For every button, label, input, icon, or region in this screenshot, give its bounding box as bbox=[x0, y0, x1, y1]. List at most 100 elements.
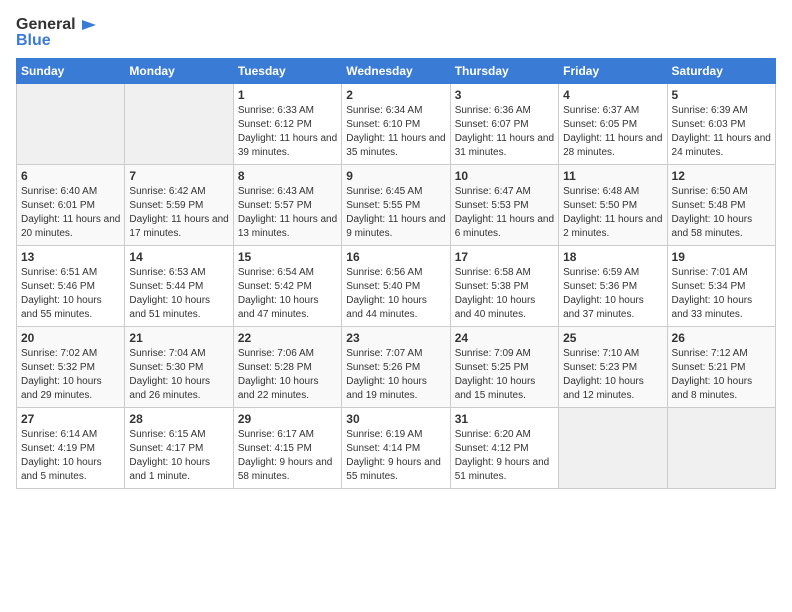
calendar-week-row: 20 Sunrise: 7:02 AM Sunset: 5:32 PM Dayli… bbox=[17, 326, 776, 407]
day-number: 12 bbox=[672, 169, 771, 183]
calendar-cell: 3 Sunrise: 6:36 AM Sunset: 6:07 PM Daylig… bbox=[450, 83, 558, 164]
logo-blue-text: Blue bbox=[16, 32, 96, 50]
day-number: 16 bbox=[346, 250, 445, 264]
calendar-cell: 9 Sunrise: 6:45 AM Sunset: 5:55 PM Daylig… bbox=[342, 164, 450, 245]
day-number: 28 bbox=[129, 412, 228, 426]
weekday-header: Thursday bbox=[450, 58, 558, 83]
day-info: Sunrise: 6:45 AM Sunset: 5:55 PM Dayligh… bbox=[346, 185, 445, 241]
calendar-cell: 23Sunrise: 7:07 AM Sunset: 5:26 PM Dayli… bbox=[342, 326, 450, 407]
calendar-cell: 2Sunrise: 6:34 AM Sunset: 6:10 PM Daylig… bbox=[342, 83, 450, 164]
weekday-header: Wednesday bbox=[342, 58, 450, 83]
calendar-week-row: 1 Sunrise: 6:33 AM Sunset: 6:12 PM Daylig… bbox=[17, 83, 776, 164]
day-number: 9 bbox=[346, 169, 445, 183]
day-info: Sunrise: 6:43 AM Sunset: 5:57 PM Dayligh… bbox=[238, 185, 337, 241]
calendar-cell bbox=[125, 83, 233, 164]
day-info: Sunrise: 7:09 AM Sunset: 5:25 PM Dayligh… bbox=[455, 347, 554, 403]
day-number: 30 bbox=[346, 412, 445, 426]
day-number: 4 bbox=[563, 88, 662, 102]
calendar-week-row: 13 Sunrise: 6:51 AM Sunset: 5:46 PM Dayli… bbox=[17, 245, 776, 326]
day-number: 15 bbox=[238, 250, 337, 264]
calendar-cell: 18 Sunrise: 6:59 AM Sunset: 5:36 PM Dayli… bbox=[559, 245, 667, 326]
day-number: 26 bbox=[672, 331, 771, 345]
day-info: Sunrise: 6:59 AM Sunset: 5:36 PM Dayligh… bbox=[563, 266, 662, 322]
calendar-cell: 22Sunrise: 7:06 AM Sunset: 5:28 PM Dayli… bbox=[233, 326, 341, 407]
calendar-week-row: 6 Sunrise: 6:40 AM Sunset: 6:01 PM Daylig… bbox=[17, 164, 776, 245]
page-header: General Blue bbox=[16, 16, 776, 50]
calendar-cell bbox=[17, 83, 125, 164]
day-info: Sunrise: 6:47 AM Sunset: 5:53 PM Dayligh… bbox=[455, 185, 554, 241]
day-number: 19 bbox=[672, 250, 771, 264]
day-info: Sunrise: 6:20 AM Sunset: 4:12 PM Dayligh… bbox=[455, 428, 554, 484]
calendar-cell: 16 Sunrise: 6:56 AM Sunset: 5:40 PM Dayli… bbox=[342, 245, 450, 326]
day-info: Sunrise: 6:15 AM Sunset: 4:17 PM Dayligh… bbox=[129, 428, 228, 484]
calendar-cell bbox=[667, 407, 775, 488]
day-info: Sunrise: 6:17 AM Sunset: 4:15 PM Dayligh… bbox=[238, 428, 337, 484]
day-info: Sunrise: 6:42 AM Sunset: 5:59 PM Dayligh… bbox=[129, 185, 228, 241]
day-number: 8 bbox=[238, 169, 337, 183]
day-number: 5 bbox=[672, 88, 771, 102]
day-info: Sunrise: 6:51 AM Sunset: 5:46 PM Dayligh… bbox=[21, 266, 120, 322]
day-number: 6 bbox=[21, 169, 120, 183]
day-number: 23 bbox=[346, 331, 445, 345]
calendar-week-row: 27Sunrise: 6:14 AM Sunset: 4:19 PM Dayli… bbox=[17, 407, 776, 488]
calendar-cell: 17 Sunrise: 6:58 AM Sunset: 5:38 PM Dayli… bbox=[450, 245, 558, 326]
logo: General Blue bbox=[16, 16, 96, 50]
calendar-cell: 1 Sunrise: 6:33 AM Sunset: 6:12 PM Daylig… bbox=[233, 83, 341, 164]
day-info: Sunrise: 6:54 AM Sunset: 5:42 PM Dayligh… bbox=[238, 266, 337, 322]
day-info: Sunrise: 6:36 AM Sunset: 6:07 PM Dayligh… bbox=[455, 104, 554, 160]
weekday-header: Friday bbox=[559, 58, 667, 83]
day-number: 29 bbox=[238, 412, 337, 426]
day-info: Sunrise: 6:56 AM Sunset: 5:40 PM Dayligh… bbox=[346, 266, 445, 322]
calendar-cell: 7 Sunrise: 6:42 AM Sunset: 5:59 PM Daylig… bbox=[125, 164, 233, 245]
calendar-cell: 28 Sunrise: 6:15 AM Sunset: 4:17 PM Dayli… bbox=[125, 407, 233, 488]
weekday-header: Saturday bbox=[667, 58, 775, 83]
weekday-header: Monday bbox=[125, 58, 233, 83]
calendar-cell: 14 Sunrise: 6:53 AM Sunset: 5:44 PM Dayli… bbox=[125, 245, 233, 326]
day-info: Sunrise: 7:10 AM Sunset: 5:23 PM Dayligh… bbox=[563, 347, 662, 403]
day-info: Sunrise: 6:33 AM Sunset: 6:12 PM Dayligh… bbox=[238, 104, 337, 160]
day-info: Sunrise: 6:48 AM Sunset: 5:50 PM Dayligh… bbox=[563, 185, 662, 241]
calendar-cell: 19Sunrise: 7:01 AM Sunset: 5:34 PM Dayli… bbox=[667, 245, 775, 326]
calendar-cell: 29 Sunrise: 6:17 AM Sunset: 4:15 PM Dayli… bbox=[233, 407, 341, 488]
day-info: Sunrise: 7:02 AM Sunset: 5:32 PM Dayligh… bbox=[21, 347, 120, 403]
calendar-table: SundayMondayTuesdayWednesdayThursdayFrid… bbox=[16, 58, 776, 489]
calendar-cell: 20 Sunrise: 7:02 AM Sunset: 5:32 PM Dayli… bbox=[17, 326, 125, 407]
weekday-header: Sunday bbox=[17, 58, 125, 83]
day-number: 18 bbox=[563, 250, 662, 264]
day-info: Sunrise: 6:40 AM Sunset: 6:01 PM Dayligh… bbox=[21, 185, 120, 241]
day-info: Sunrise: 6:58 AM Sunset: 5:38 PM Dayligh… bbox=[455, 266, 554, 322]
weekday-header: Tuesday bbox=[233, 58, 341, 83]
day-number: 22 bbox=[238, 331, 337, 345]
day-number: 31 bbox=[455, 412, 554, 426]
day-number: 10 bbox=[455, 169, 554, 183]
calendar-cell: 6 Sunrise: 6:40 AM Sunset: 6:01 PM Daylig… bbox=[17, 164, 125, 245]
day-number: 13 bbox=[21, 250, 120, 264]
day-number: 17 bbox=[455, 250, 554, 264]
day-info: Sunrise: 6:37 AM Sunset: 6:05 PM Dayligh… bbox=[563, 104, 662, 160]
calendar-cell: 4 Sunrise: 6:37 AM Sunset: 6:05 PM Daylig… bbox=[559, 83, 667, 164]
calendar-cell bbox=[559, 407, 667, 488]
calendar-cell: 8 Sunrise: 6:43 AM Sunset: 5:57 PM Daylig… bbox=[233, 164, 341, 245]
calendar-cell: 27Sunrise: 6:14 AM Sunset: 4:19 PM Dayli… bbox=[17, 407, 125, 488]
day-number: 14 bbox=[129, 250, 228, 264]
day-info: Sunrise: 7:12 AM Sunset: 5:21 PM Dayligh… bbox=[672, 347, 771, 403]
weekday-header-row: SundayMondayTuesdayWednesdayThursdayFrid… bbox=[17, 58, 776, 83]
day-number: 20 bbox=[21, 331, 120, 345]
day-number: 7 bbox=[129, 169, 228, 183]
day-info: Sunrise: 6:14 AM Sunset: 4:19 PM Dayligh… bbox=[21, 428, 120, 484]
day-info: Sunrise: 6:34 AM Sunset: 6:10 PM Dayligh… bbox=[346, 104, 445, 160]
logo-container: General Blue bbox=[16, 16, 96, 50]
day-number: 25 bbox=[563, 331, 662, 345]
calendar-cell: 13 Sunrise: 6:51 AM Sunset: 5:46 PM Dayli… bbox=[17, 245, 125, 326]
calendar-cell: 26 Sunrise: 7:12 AM Sunset: 5:21 PM Dayli… bbox=[667, 326, 775, 407]
day-number: 1 bbox=[238, 88, 337, 102]
day-number: 24 bbox=[455, 331, 554, 345]
day-info: Sunrise: 6:50 AM Sunset: 5:48 PM Dayligh… bbox=[672, 185, 771, 241]
day-info: Sunrise: 6:19 AM Sunset: 4:14 PM Dayligh… bbox=[346, 428, 445, 484]
day-number: 3 bbox=[455, 88, 554, 102]
day-info: Sunrise: 7:04 AM Sunset: 5:30 PM Dayligh… bbox=[129, 347, 228, 403]
calendar-cell: 5 Sunrise: 6:39 AM Sunset: 6:03 PM Daylig… bbox=[667, 83, 775, 164]
day-info: Sunrise: 6:39 AM Sunset: 6:03 PM Dayligh… bbox=[672, 104, 771, 160]
day-info: Sunrise: 6:53 AM Sunset: 5:44 PM Dayligh… bbox=[129, 266, 228, 322]
calendar-cell: 25 Sunrise: 7:10 AM Sunset: 5:23 PM Dayli… bbox=[559, 326, 667, 407]
